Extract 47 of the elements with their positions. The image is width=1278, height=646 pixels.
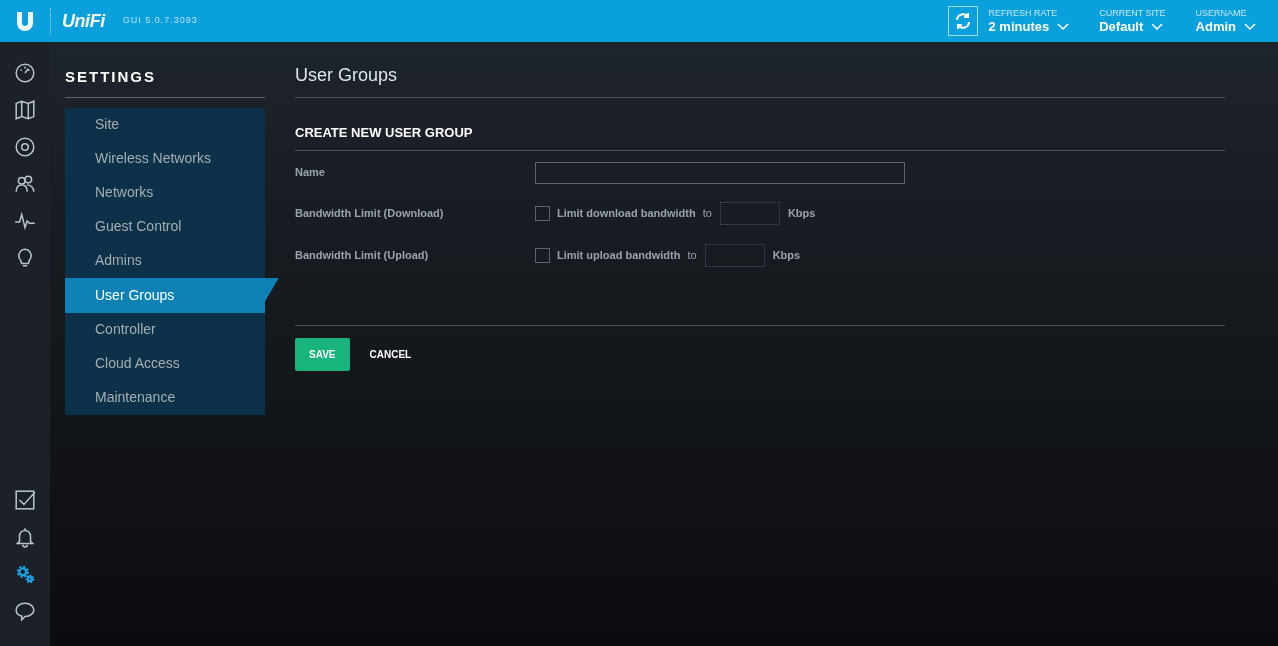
header-label: REFRESH RATE — [988, 7, 1059, 19]
bandwidth-input-field[interactable] — [719, 202, 780, 225]
map-icon[interactable] — [14, 99, 36, 121]
settings-icon[interactable] — [14, 563, 36, 585]
cancel-button[interactable]: CANCEL — [355, 337, 426, 371]
settings-menu-item[interactable]: Controller — [65, 312, 265, 347]
version-text: GUI 5.0.7.3093 — [122, 14, 198, 28]
page-title: User Groups — [295, 62, 1225, 98]
bandwidth-input-field[interactable] — [704, 244, 765, 267]
settings-menu-item[interactable]: Admins — [65, 243, 265, 278]
refresh-button[interactable] — [947, 6, 978, 36]
logo-icon — [15, 10, 35, 32]
settings-menu-item[interactable]: Wireless Networks — [65, 141, 265, 176]
header-label: CURRENT SITE — [1099, 7, 1166, 19]
target-icon[interactable] — [14, 136, 36, 158]
brand-logo: UniFi — [62, 9, 105, 33]
header-label: USERNAME — [1195, 7, 1248, 19]
pulse-icon[interactable] — [14, 210, 36, 232]
bell-icon[interactable] — [14, 526, 36, 548]
section-title: CREATE NEW USER GROUP — [295, 123, 1225, 151]
settings-menu-item[interactable]: Cloud Access — [65, 346, 265, 381]
checkbox-label: Limit upload bandwidth — [557, 248, 681, 264]
settings-menu-item[interactable]: Guest Control — [65, 209, 265, 244]
users-icon[interactable] — [14, 173, 36, 195]
refresh-icon — [953, 12, 972, 30]
settings-menu-item[interactable]: Networks — [65, 175, 265, 210]
settings-menu-item[interactable]: User Groups — [65, 277, 265, 313]
unit-text: Kbps — [787, 206, 816, 222]
checkbox[interactable] — [535, 248, 550, 263]
to-text: to — [702, 206, 712, 222]
checkbox-icon[interactable] — [14, 489, 36, 511]
checkbox-label: Limit download bandwidth — [557, 206, 696, 222]
chevron-icon — [1151, 23, 1164, 31]
settings-menu-item[interactable]: Site — [65, 107, 265, 142]
settings-menu-item[interactable]: Maintenance — [65, 380, 265, 415]
chevron-icon — [1057, 23, 1070, 31]
field-label: Name — [295, 165, 326, 181]
checkbox[interactable] — [535, 206, 550, 221]
chevron-icon — [1244, 23, 1256, 31]
dashboard-icon[interactable] — [14, 62, 36, 84]
unit-text: Kbps — [772, 248, 801, 264]
chat-icon[interactable] — [14, 600, 36, 622]
name-input-field[interactable] — [535, 161, 905, 184]
field-label: Bandwidth Limit (Upload) — [295, 248, 430, 264]
settings-title: SETTINGS — [65, 66, 265, 98]
to-text: to — [687, 248, 697, 264]
field-label: Bandwidth Limit (Download) — [295, 206, 445, 222]
